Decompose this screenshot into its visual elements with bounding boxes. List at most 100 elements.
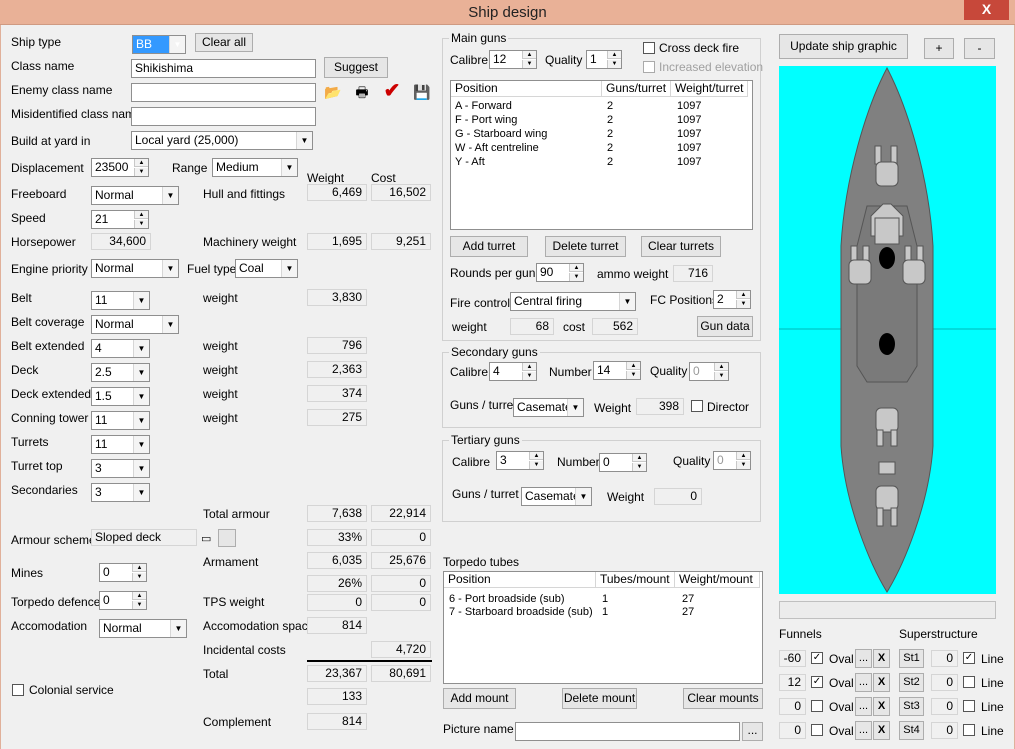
st2-line-checkbox[interactable] [963, 676, 975, 688]
printer-icon[interactable]: 🖶 [352, 82, 372, 102]
spin-down-icon[interactable]: ▼ [632, 463, 646, 471]
delete-turret-button[interactable]: Delete turret [545, 236, 626, 257]
st3-position[interactable]: 0 [931, 698, 958, 715]
torpedo-list[interactable]: Position Tubes/mount Weight/mount 6 - Po… [443, 571, 763, 684]
col-weight-turret[interactable]: Weight/turret [671, 81, 748, 97]
funnel-3-position[interactable]: 0 [779, 698, 806, 715]
funnel-3-oval-checkbox[interactable] [811, 700, 823, 712]
rounds-spinner[interactable]: 90 ▲ ▼ [536, 263, 584, 282]
main-guns-list[interactable]: Position Guns/turret Weight/turret A - F… [450, 80, 753, 230]
sec-calibre-spinner[interactable]: 4 ▲ ▼ [489, 362, 537, 381]
main-row-4-position[interactable]: Y - Aft [455, 155, 485, 169]
funnel-1-oval-checkbox[interactable]: ✓ [811, 652, 823, 664]
spin-up-icon[interactable]: ▲ [736, 291, 750, 299]
accomodation-select[interactable]: Normal ▼ [99, 619, 187, 638]
sec-quality-spinner[interactable]: 0 ▲ ▼ [689, 362, 729, 381]
funnel-2-position[interactable]: 12 [779, 674, 806, 691]
spin-up-icon[interactable]: ▲ [569, 264, 583, 272]
spin-up-icon[interactable]: ▲ [134, 211, 148, 219]
suggest-button[interactable]: Suggest [324, 57, 388, 78]
increased-elevation-checkbox[interactable] [643, 61, 655, 73]
add-mount-button[interactable]: Add mount [443, 688, 516, 709]
funnel-4-position[interactable]: 0 [779, 722, 806, 739]
torpedo-defence-spinner[interactable]: 0 ▲ ▼ [99, 591, 147, 610]
main-quality-spinner[interactable]: 1 ▲ ▼ [586, 50, 622, 69]
picture-browse-button[interactable]: ... [742, 722, 763, 741]
add-turret-button[interactable]: Add turret [450, 236, 528, 257]
funnel-4-delete-button[interactable]: X [873, 721, 890, 740]
graphic-scrollbar[interactable] [779, 601, 996, 619]
funnel-1-position[interactable]: -60 [779, 650, 806, 667]
st2-position[interactable]: 0 [931, 674, 958, 691]
spin-down-icon[interactable]: ▼ [132, 601, 146, 609]
funnel-1-delete-button[interactable]: X [873, 649, 890, 668]
funnel-3-delete-button[interactable]: X [873, 697, 890, 716]
st2-button[interactable]: St2 [899, 673, 924, 692]
turret-top-select[interactable]: 3 ▼ [91, 459, 150, 478]
class-name-input[interactable]: Shikishima [131, 59, 316, 78]
armour-scheme-button[interactable] [218, 529, 236, 547]
spin-up-icon[interactable]: ▲ [607, 51, 621, 59]
spin-up-icon[interactable]: ▲ [522, 51, 536, 59]
mines-spinner[interactable]: 0 ▲ ▼ [99, 563, 147, 582]
spin-down-icon[interactable]: ▼ [522, 372, 536, 380]
col-weight-mount[interactable]: Weight/mount [675, 572, 760, 588]
save-icon[interactable]: 💾 [412, 82, 432, 102]
zoom-out-button[interactable]: - [964, 38, 995, 59]
spin-up-icon[interactable]: ▲ [134, 159, 148, 167]
cross-deck-checkbox[interactable] [643, 42, 655, 54]
director-checkbox[interactable] [691, 400, 703, 412]
ter-quality-spinner[interactable]: 0 ▲ ▼ [713, 451, 751, 470]
fc-positions-spinner[interactable]: 2 ▲ ▼ [713, 290, 751, 309]
col-position[interactable]: Position [451, 81, 602, 97]
funnel-4-more-button[interactable]: ... [855, 721, 872, 740]
speed-spinner[interactable]: 21 ▲ ▼ [91, 210, 149, 229]
torp-row-0-position[interactable]: 6 - Port broadside (sub) [449, 592, 565, 606]
picture-name-input[interactable] [515, 722, 740, 741]
funnel-2-delete-button[interactable]: X [873, 673, 890, 692]
checkmark-icon[interactable]: ✔ [382, 81, 402, 101]
spin-down-icon[interactable]: ▼ [736, 300, 750, 308]
spin-up-icon[interactable]: ▲ [626, 362, 640, 370]
st4-button[interactable]: St4 [899, 721, 924, 740]
funnel-2-more-button[interactable]: ... [855, 673, 872, 692]
st1-position[interactable]: 0 [931, 650, 958, 667]
sec-number-spinner[interactable]: 14 ▲ ▼ [593, 361, 641, 380]
spin-up-icon[interactable]: ▲ [736, 452, 750, 460]
st4-line-checkbox[interactable] [963, 724, 975, 736]
spin-up-icon[interactable]: ▲ [714, 363, 728, 371]
st1-line-checkbox[interactable]: ✓ [963, 652, 975, 664]
zoom-in-button[interactable]: + [924, 38, 954, 59]
main-row-2-position[interactable]: G - Starboard wing [455, 127, 547, 141]
misidentified-input[interactable] [131, 107, 316, 126]
delete-mount-button[interactable]: Delete mount [562, 688, 637, 709]
st1-button[interactable]: St1 [899, 649, 924, 668]
ter-number-spinner[interactable]: 0 ▲ ▼ [599, 453, 647, 472]
turrets-select[interactable]: 11 ▼ [91, 435, 150, 454]
col-torp-position[interactable]: Position [444, 572, 596, 588]
sec-gpt-select[interactable]: Casemate: ▼ [513, 398, 584, 417]
engine-priority-select[interactable]: Normal ▼ [91, 259, 179, 278]
conning-tower-select[interactable]: 11 ▼ [91, 411, 150, 430]
gun-data-button[interactable]: Gun data [697, 316, 753, 337]
build-yard-select[interactable]: Local yard (25,000) ▼ [131, 131, 313, 150]
st3-line-checkbox[interactable] [963, 700, 975, 712]
clear-mounts-button[interactable]: Clear mounts [683, 688, 763, 709]
ter-calibre-spinner[interactable]: 3 ▲ ▼ [496, 451, 544, 470]
ter-gpt-select[interactable]: Casemate: ▼ [521, 487, 592, 506]
enemy-class-input[interactable] [131, 83, 316, 102]
spin-down-icon[interactable]: ▼ [569, 273, 583, 281]
main-row-3-position[interactable]: W - Aft centreline [455, 141, 539, 155]
spin-down-icon[interactable]: ▼ [132, 573, 146, 581]
funnel-3-more-button[interactable]: ... [855, 697, 872, 716]
col-guns-turret[interactable]: Guns/turret [602, 81, 671, 97]
st4-position[interactable]: 0 [931, 722, 958, 739]
range-select[interactable]: Medium ▼ [212, 158, 298, 177]
spin-down-icon[interactable]: ▼ [714, 372, 728, 380]
spin-up-icon[interactable]: ▲ [132, 592, 146, 600]
spin-down-icon[interactable]: ▼ [626, 371, 640, 379]
fuel-type-select[interactable]: Coal ▼ [235, 259, 298, 278]
col-tubes-mount[interactable]: Tubes/mount [596, 572, 675, 588]
clear-all-button[interactable]: Clear all [195, 33, 253, 52]
fire-control-select[interactable]: Central firing ▼ [510, 292, 636, 311]
